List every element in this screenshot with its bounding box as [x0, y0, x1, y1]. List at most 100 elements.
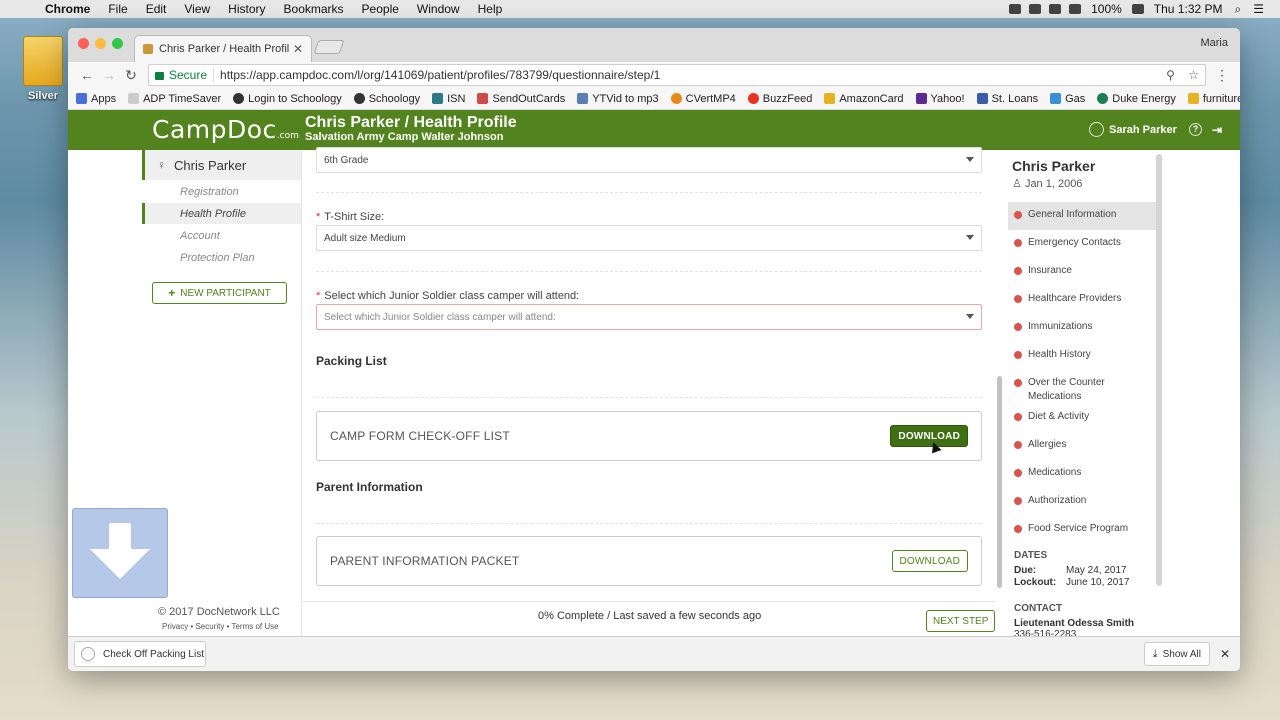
grade-select[interactable]: 6th Grade: [316, 147, 982, 173]
section-food-service-program[interactable]: Food Service Program: [1008, 516, 1158, 544]
page-content: ♀ Chris Parker Registration Health Profi…: [68, 147, 1240, 641]
wifi-icon[interactable]: [1069, 4, 1082, 14]
address-bar[interactable]: Secure https://app.campdoc.com/l/org/141…: [148, 64, 1206, 86]
url-text[interactable]: https://app.campdoc.com/l/org/141069/pat…: [220, 68, 1156, 82]
bookmark-duke-energy[interactable]: Duke Energy: [1097, 93, 1176, 105]
bookmark-buzzfeed[interactable]: BuzzFeed: [747, 93, 812, 105]
section-medications[interactable]: Medications: [1008, 460, 1158, 488]
menu-clock[interactable]: Thu 1:32 PM: [1148, 2, 1229, 16]
section-general-information[interactable]: General Information: [1008, 202, 1158, 230]
section-diet-activity[interactable]: Diet & Activity: [1008, 404, 1158, 432]
menu-help[interactable]: Help: [469, 2, 512, 16]
bookmark-adp[interactable]: ADP TimeSaver: [128, 93, 221, 105]
section-healthcare-providers[interactable]: Healthcare Providers: [1008, 286, 1158, 314]
forward-arrow-icon[interactable]: →: [98, 67, 120, 83]
bookmark-furniturecc[interactable]: furnitureCC: [1187, 93, 1240, 105]
tab-close-icon[interactable]: ✕: [293, 42, 303, 56]
extension-icon[interactable]: ⚲: [1166, 68, 1175, 82]
download-parent-packet-button[interactable]: DOWNLOAD: [891, 550, 968, 572]
close-download-shelf-icon[interactable]: ✕: [1220, 647, 1230, 661]
packing-list-heading: Packing List: [316, 354, 387, 368]
spotlight-icon[interactable]: ⌕: [1229, 2, 1248, 17]
tshirt-size-select[interactable]: Adult size Medium: [316, 225, 982, 251]
bookmark-ytvid[interactable]: YTVid to mp3: [577, 93, 659, 105]
show-all-downloads-button[interactable]: ⤓ Show All: [1143, 642, 1210, 666]
menu-window[interactable]: Window: [408, 2, 469, 16]
new-participant-button[interactable]: + NEW PARTICIPANT: [152, 282, 287, 304]
contact-name: Lieutenant Odessa Smith: [1014, 618, 1135, 629]
user-name[interactable]: Sarah Parker: [1109, 124, 1177, 136]
logout-icon[interactable]: ⇥: [1212, 123, 1222, 137]
new-tab-button[interactable]: [313, 40, 345, 54]
bookmark-schoology[interactable]: Schoology: [353, 93, 420, 105]
nav-protection-plan[interactable]: Protection Plan: [142, 247, 301, 268]
close-window-icon[interactable]: [78, 38, 89, 49]
next-step-button[interactable]: NEXT STEP: [926, 610, 996, 632]
section-otc-medications[interactable]: Over the Counter Medications: [1008, 370, 1158, 404]
gas-icon: [1050, 93, 1062, 104]
browser-tab[interactable]: Chris Parker / Health Profile :: ✕: [134, 35, 312, 62]
nav-health-profile[interactable]: Health Profile: [142, 203, 301, 224]
menu-file[interactable]: File: [99, 2, 136, 16]
desktop-drive[interactable]: Silver: [18, 36, 68, 102]
battery-icon[interactable]: [1131, 4, 1144, 14]
nav-registration[interactable]: Registration: [142, 181, 301, 202]
main-scrollbar-thumb[interactable]: [997, 376, 1002, 588]
minimize-window-icon[interactable]: [95, 38, 106, 49]
junior-soldier-class-select[interactable]: Select which Junior Soldier class camper…: [316, 304, 982, 330]
section-emergency-contacts[interactable]: Emergency Contacts: [1008, 230, 1158, 258]
footer-links[interactable]: Privacy • Security • Terms of Use: [162, 622, 279, 631]
chrome-profile-name[interactable]: Maria: [1200, 37, 1228, 49]
dropbox-icon[interactable]: [1049, 4, 1062, 14]
main-scrollbar[interactable]: [996, 150, 1004, 641]
chrome-menu-icon[interactable]: ⋮: [1212, 67, 1232, 84]
bookmark-sendoutcards[interactable]: SendOutCards: [477, 93, 565, 105]
tshirt-label: * T-Shirt Size:: [316, 211, 385, 223]
section-authorization[interactable]: Authorization: [1008, 488, 1158, 516]
bookmark-star-icon[interactable]: ☆: [1188, 68, 1199, 82]
notification-center-icon[interactable]: ☰: [1247, 2, 1270, 16]
bookmark-stloans[interactable]: St. Loans: [976, 93, 1038, 105]
menu-view[interactable]: View: [175, 2, 219, 16]
record-icon[interactable]: [1009, 4, 1022, 14]
user-menu[interactable]: Sarah Parker ? ⇥: [1089, 122, 1222, 137]
bookmark-cvertmp4[interactable]: CVertMP4: [670, 93, 736, 105]
nav-account[interactable]: Account: [142, 225, 301, 246]
buzzfeed-icon: [747, 93, 759, 104]
downloaded-file-item[interactable]: Check Off Packing List.p: [74, 641, 206, 667]
lock-icon: [155, 72, 164, 80]
bookmark-isn[interactable]: ISN: [432, 93, 465, 105]
section-allergies[interactable]: Allergies: [1008, 432, 1158, 460]
participant-header[interactable]: ♀ Chris Parker: [142, 150, 301, 180]
menu-bookmarks[interactable]: Bookmarks: [275, 2, 353, 16]
section-health-history[interactable]: Health History: [1008, 342, 1158, 370]
copyright: © 2017 DocNetwork LLC: [158, 606, 280, 618]
campdoc-logo[interactable]: CampDoc.com: [152, 115, 299, 144]
bookmarks-bar: Apps ADP TimeSaver Login to Schoology Sc…: [68, 88, 1240, 110]
page-icon: [128, 93, 140, 104]
bookmark-gas[interactable]: Gas: [1050, 93, 1085, 105]
monitor-icon[interactable]: [1029, 4, 1042, 14]
bookmark-yahoo[interactable]: Yahoo!: [915, 93, 965, 105]
parent-packet-title: PARENT INFORMATION PACKET: [330, 554, 520, 568]
menu-edit[interactable]: Edit: [137, 2, 176, 16]
bookmark-schoology-login[interactable]: Login to Schoology: [233, 93, 342, 105]
isn-icon: [432, 93, 444, 104]
incomplete-dot-icon: [1014, 239, 1022, 247]
incomplete-dot-icon: [1014, 267, 1022, 275]
back-arrow-icon[interactable]: ←: [76, 67, 98, 83]
camp-form-checkoff-title: CAMP FORM CHECK-OFF LIST: [330, 429, 510, 443]
menu-history[interactable]: History: [219, 2, 274, 16]
section-insurance[interactable]: Insurance: [1008, 258, 1158, 286]
bookmark-amazoncard[interactable]: AmazonCard: [824, 93, 904, 105]
help-icon[interactable]: ?: [1188, 123, 1202, 136]
summary-scrollbar[interactable]: [1156, 154, 1162, 586]
junior-soldier-label: * Select which Junior Soldier class campe…: [316, 290, 580, 302]
menu-people[interactable]: People: [353, 2, 408, 16]
section-immunizations[interactable]: Immunizations: [1008, 314, 1158, 342]
zoom-window-icon[interactable]: [112, 38, 123, 49]
questionnaire-form: 6th Grade * T-Shirt Size: Adult size Medi…: [301, 147, 996, 641]
reload-icon[interactable]: ↻: [120, 67, 142, 84]
menu-app-name[interactable]: Chrome: [36, 2, 99, 16]
bookmark-apps[interactable]: Apps: [76, 93, 116, 105]
